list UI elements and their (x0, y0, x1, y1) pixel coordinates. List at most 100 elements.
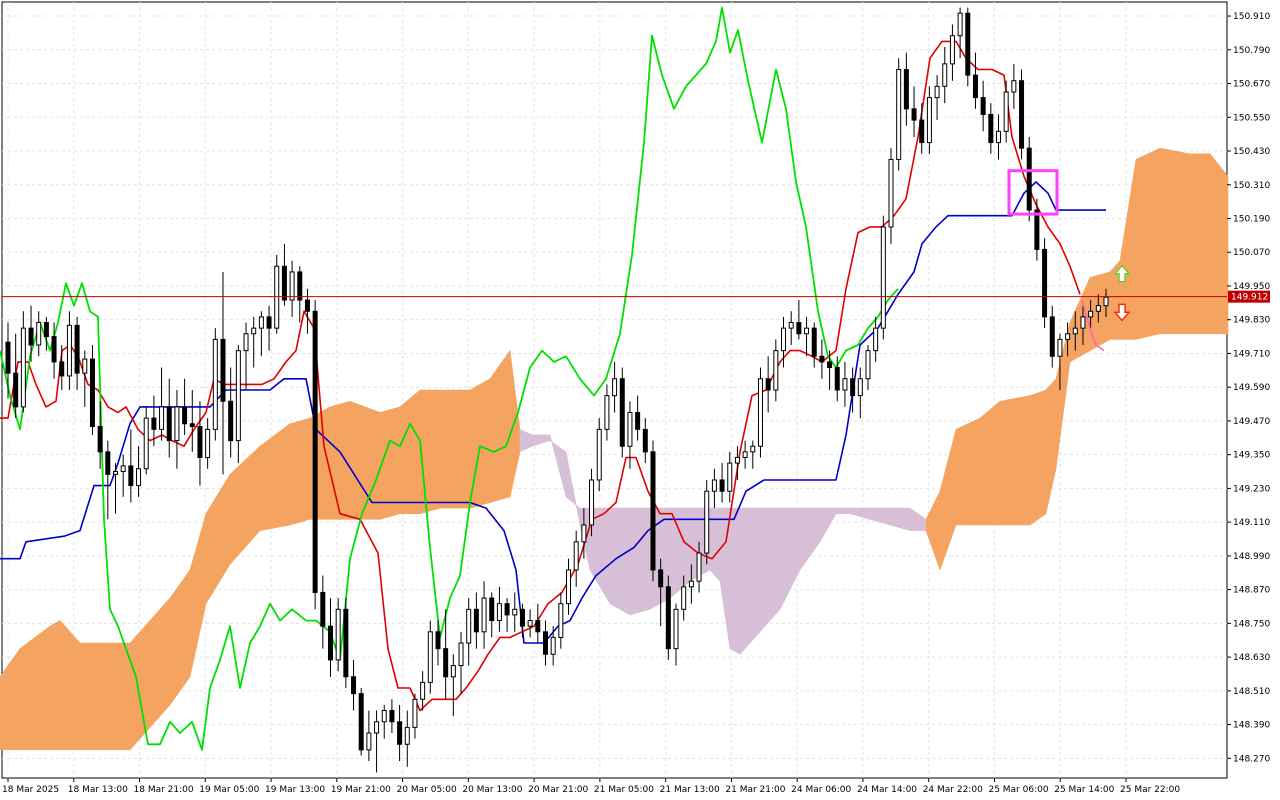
candle-body (911, 108, 917, 121)
kumo-segment (59, 619, 81, 751)
candle-body (1103, 296, 1109, 307)
kumo-segment (1159, 147, 1191, 335)
y-tick-label: 150.430 (1233, 147, 1270, 157)
candle-body (888, 158, 894, 228)
y-tick-label: 149.830 (1233, 316, 1270, 326)
candle-body (688, 580, 694, 588)
kumo-segment (1029, 389, 1047, 526)
candle-body (297, 271, 303, 301)
candle-body (74, 324, 80, 374)
candle-body (627, 411, 633, 447)
candle-body (443, 648, 449, 678)
candle-body (850, 378, 856, 397)
candle-body (327, 625, 333, 661)
y-tick-label: 148.870 (1233, 586, 1270, 596)
kumo-segment (99, 642, 131, 751)
kumo-segment (399, 389, 421, 515)
candle-body (742, 451, 748, 458)
candle-body (704, 490, 710, 554)
candle-body (404, 726, 410, 745)
candle-body (596, 428, 602, 481)
candle-body (1011, 80, 1017, 93)
candle-body (665, 586, 671, 650)
candle-body (957, 12, 963, 37)
candle-body (896, 68, 902, 160)
candle-body (1019, 80, 1025, 149)
candle-body (1049, 316, 1055, 357)
candle-body (673, 608, 679, 650)
candle-body (796, 322, 802, 335)
candle-body (496, 603, 502, 622)
y-tick-label: 149.950 (1233, 282, 1270, 292)
candle-body (166, 406, 172, 442)
candle-body (189, 423, 195, 428)
price-tag-label: 149.912 (1231, 293, 1268, 303)
candle-body (1042, 248, 1048, 318)
candle-body (28, 327, 34, 346)
kumo-segment (835, 507, 851, 515)
kumo-segment (79, 642, 101, 751)
y-axis: 150.910 150.790 150.670 150.550 150.430 150.3… (1227, 12, 1270, 764)
candle-body (435, 631, 441, 650)
candle-body (1072, 327, 1078, 335)
y-tick-label: 149.590 (1233, 383, 1270, 393)
y-tick-label: 149.110 (1233, 518, 1270, 528)
candle-body (366, 732, 372, 751)
candle-body (397, 721, 403, 745)
candle-body (89, 358, 95, 428)
candle-body (51, 336, 57, 363)
candle-body (412, 698, 418, 728)
candle-body (450, 665, 456, 678)
x-tick-label: 18 Mar 21:00 (134, 785, 194, 795)
candle-body (343, 608, 349, 678)
candle-body (1065, 333, 1071, 340)
candle-body (320, 591, 326, 627)
y-tick-label: 148.750 (1233, 619, 1270, 629)
candle-body (481, 597, 487, 633)
candle-body (112, 471, 118, 475)
candle-body (105, 451, 111, 475)
candle-body (1026, 147, 1032, 211)
kumo-segment (349, 400, 381, 520)
candle-body (873, 327, 879, 352)
candle-body (1095, 305, 1101, 312)
x-tick-label: 21 Mar 21:00 (725, 785, 785, 795)
kumo-segment (1189, 153, 1211, 335)
candle-body (1088, 310, 1094, 318)
kumo-segment (979, 400, 1001, 526)
candle-body (619, 378, 625, 447)
kumo-segment (629, 507, 651, 616)
x-tick-label: 25 Mar 22:00 (1120, 785, 1180, 795)
candle-body (880, 226, 886, 329)
x-tick-label: 18 Mar 2025 (2, 785, 59, 795)
candle-body (642, 428, 648, 453)
candle-body (1057, 338, 1063, 357)
kumo-segment (955, 417, 981, 526)
candle-body (512, 608, 518, 616)
candle-body (788, 322, 794, 329)
candle-body (151, 417, 157, 430)
x-axis: 18 Mar 2025 18 Mar 13:00 18 Mar 21:00 19 Ma… (2, 778, 1180, 795)
y-tick-label: 149.710 (1233, 349, 1270, 359)
candle-body (865, 350, 871, 380)
candle-body (289, 271, 295, 301)
candle-body (251, 327, 257, 335)
candle-body (312, 310, 318, 593)
candle-body (903, 68, 909, 110)
y-tick-label: 149.230 (1233, 484, 1270, 494)
candle-body (235, 350, 241, 442)
ichimoku-chart: 149.912 150.910150.790150.670150.550150.… (0, 1, 1270, 795)
x-tick-label: 20 Mar 05:00 (397, 785, 457, 795)
candle-body (566, 569, 572, 605)
candle-body (97, 426, 103, 453)
candle-body (212, 338, 218, 430)
candle-body (773, 350, 779, 391)
candle-body (581, 524, 587, 543)
candle-body (381, 710, 387, 723)
x-tick-label: 24 Mar 14:00 (857, 785, 917, 795)
y-tick-label: 150.670 (1233, 80, 1270, 90)
x-tick-label: 25 Mar 14:00 (1054, 785, 1114, 795)
candle-body (466, 608, 472, 644)
candle-body (757, 378, 763, 447)
candle-body (857, 378, 863, 397)
